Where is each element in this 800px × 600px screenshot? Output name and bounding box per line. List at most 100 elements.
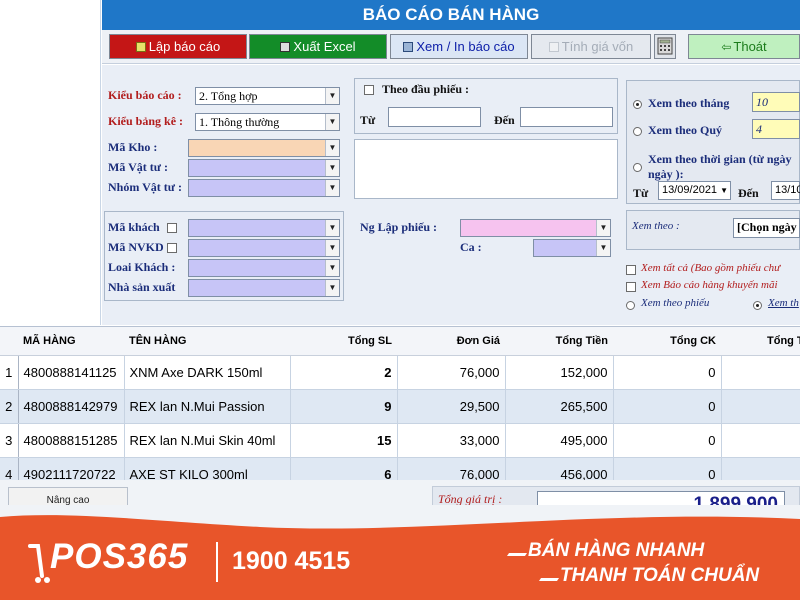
month-input[interactable]: 10: [752, 92, 800, 112]
by-month-radio[interactable]: [633, 97, 642, 111]
chevron-down-icon: ▼: [325, 180, 339, 196]
col-header-total[interactable]: Tổng Tiền: [505, 327, 613, 356]
item-discount: 0: [613, 423, 722, 458]
col-header-code[interactable]: MÃ HÀNG: [18, 327, 124, 356]
voucher-head-checkbox[interactable]: [364, 83, 374, 97]
voucher-to-label: Đến: [494, 113, 515, 127]
item-code: 4800888141125: [18, 355, 125, 390]
view-print-button[interactable]: Xem / In báo cáo: [390, 34, 528, 59]
chevron-down-icon: ▼: [325, 220, 339, 236]
col-header-name[interactable]: TÊN HÀNG: [124, 327, 290, 356]
creator-label: Ng Lập phiếu :: [360, 220, 438, 234]
quarter-input[interactable]: 4: [752, 119, 800, 139]
material-label: Mã Vật tư :: [108, 160, 168, 174]
item-net: [721, 389, 800, 424]
item-name: AXE ST KILO 300ml: [124, 457, 291, 480]
exit-button[interactable]: ⇦ Thoát: [688, 34, 800, 59]
view-all-checkbox[interactable]: [626, 263, 636, 277]
chevron-down-icon: ▼: [596, 240, 610, 256]
customer-select[interactable]: ▼: [188, 219, 340, 237]
date-from-picker[interactable]: 13/09/2021 ▼: [658, 181, 731, 200]
report-type-select[interactable]: 2. Tổng hợp ▼: [195, 87, 340, 105]
creator-select[interactable]: ▼: [460, 219, 611, 237]
warehouse-select[interactable]: ▼: [188, 139, 340, 157]
item-total: 495,000: [505, 423, 614, 458]
list-type-select[interactable]: 1. Thông thường ▼: [195, 113, 340, 131]
by-quarter-label: Xem theo Quý: [648, 123, 722, 137]
row-number: 2: [0, 389, 19, 424]
create-report-label: Lập báo cáo: [148, 39, 221, 54]
by-voucher-radio[interactable]: [626, 298, 635, 312]
chevron-down-icon: ▼: [720, 186, 728, 195]
item-code: 4800888151285: [18, 423, 125, 458]
brand-name: POS365: [50, 537, 189, 576]
voucher-from-input[interactable]: [388, 107, 481, 127]
item-qty: 9: [290, 389, 398, 424]
manufacturer-select[interactable]: ▼: [188, 279, 340, 297]
date-to-value: 13/10: [775, 184, 800, 196]
table-header-row: MÃ HÀNG TÊN HÀNG Tổng SL Đơn Giá Tổng Ti…: [0, 327, 800, 356]
by-time-radio[interactable]: [633, 160, 642, 174]
col-header-qty[interactable]: Tổng SL: [290, 327, 397, 356]
export-excel-label: Xuất Excel: [293, 39, 356, 54]
table-row[interactable]: 4 4902111720722 AXE ST KILO 300ml 6 76,0…: [0, 457, 800, 480]
promo-label: Xem Báo cáo hàng khuyến mãi: [641, 279, 778, 291]
create-report-button[interactable]: Lập báo cáo: [109, 34, 247, 59]
item-discount: 0: [613, 457, 722, 480]
calculator-icon: [657, 37, 673, 55]
item-net: [721, 355, 800, 390]
report-type-label: Kiểu báo cáo :: [108, 88, 182, 102]
date-from-value: 13/09/2021: [662, 184, 718, 196]
col-header-price[interactable]: Đơn Giá: [397, 327, 505, 356]
sales-table: MÃ HÀNG TÊN HÀNG Tổng SL Đơn Giá Tổng Ti…: [0, 327, 800, 480]
voucher-from-label: Từ: [360, 113, 376, 127]
calculate-cost-label: Tính giá vốn: [561, 39, 634, 54]
report-icon: [135, 42, 146, 52]
chevron-down-icon: ▼: [325, 280, 339, 296]
calculate-cost-button[interactable]: Tính giá vốn: [531, 34, 651, 59]
material-group-select[interactable]: ▼: [188, 179, 340, 197]
view-by-select[interactable]: [Chọn ngày: [733, 218, 800, 238]
date-to-picker[interactable]: 13/10: [771, 181, 800, 200]
notes-box[interactable]: [354, 139, 618, 199]
customer-checkbox[interactable]: [167, 221, 177, 235]
item-qty: 2: [290, 355, 398, 390]
chevron-down-icon: ▼: [596, 220, 610, 236]
item-price: 76,000: [397, 355, 506, 390]
view-all-label: Xem tất cả (Bao gồm phiếu chư: [641, 262, 781, 274]
by-quarter-radio[interactable]: [633, 124, 642, 138]
item-code: 4800888142979: [18, 389, 125, 424]
table-row[interactable]: 1 4800888141125 XNM Axe DARK 150ml 2 76,…: [0, 355, 800, 390]
export-excel-button[interactable]: Xuất Excel: [249, 34, 387, 59]
by-item-radio[interactable]: [753, 298, 762, 312]
date-from-label: Từ: [633, 186, 649, 200]
col-header-discount[interactable]: Tổng CK: [613, 327, 721, 356]
slogan-line-1: BÁN HÀNG NHANH: [528, 540, 705, 561]
col-header-net[interactable]: Tổng T: [721, 327, 800, 356]
warehouse-label: Mã Kho :: [108, 140, 158, 154]
item-total: 456,000: [505, 457, 614, 480]
report-type-value: 2. Tổng hợp: [199, 89, 258, 103]
page-title: BÁO CÁO BÁN HÀNG: [102, 0, 800, 30]
date-to-label: Đến: [738, 186, 759, 200]
staff-checkbox[interactable]: [167, 241, 177, 255]
chevron-down-icon: ▼: [325, 160, 339, 176]
chevron-down-icon: ▼: [325, 240, 339, 256]
customer-type-select[interactable]: ▼: [188, 259, 340, 277]
staff-select[interactable]: ▼: [188, 239, 340, 257]
exit-label: Thoát: [733, 39, 767, 54]
voucher-to-input[interactable]: [520, 107, 613, 127]
staff-label: Mã NVKD: [108, 240, 164, 254]
item-code: 4902111720722: [18, 457, 125, 480]
shift-select[interactable]: ▼: [533, 239, 611, 257]
table-row[interactable]: 2 4800888142979 REX lan N.Mui Passion 9 …: [0, 389, 800, 424]
lightning-icon: [548, 42, 559, 52]
item-name: REX lan N.Mui Skin 40ml: [124, 423, 291, 458]
banner-wave-shape: [0, 505, 800, 529]
voucher-head-label: Theo đầu phiếu :: [382, 82, 470, 96]
calculator-button[interactable]: [654, 34, 676, 59]
table-row[interactable]: 3 4800888151285 REX lan N.Mui Skin 40ml …: [0, 423, 800, 458]
promo-checkbox[interactable]: [626, 280, 636, 294]
material-select[interactable]: ▼: [188, 159, 340, 177]
excel-icon: [280, 42, 291, 52]
